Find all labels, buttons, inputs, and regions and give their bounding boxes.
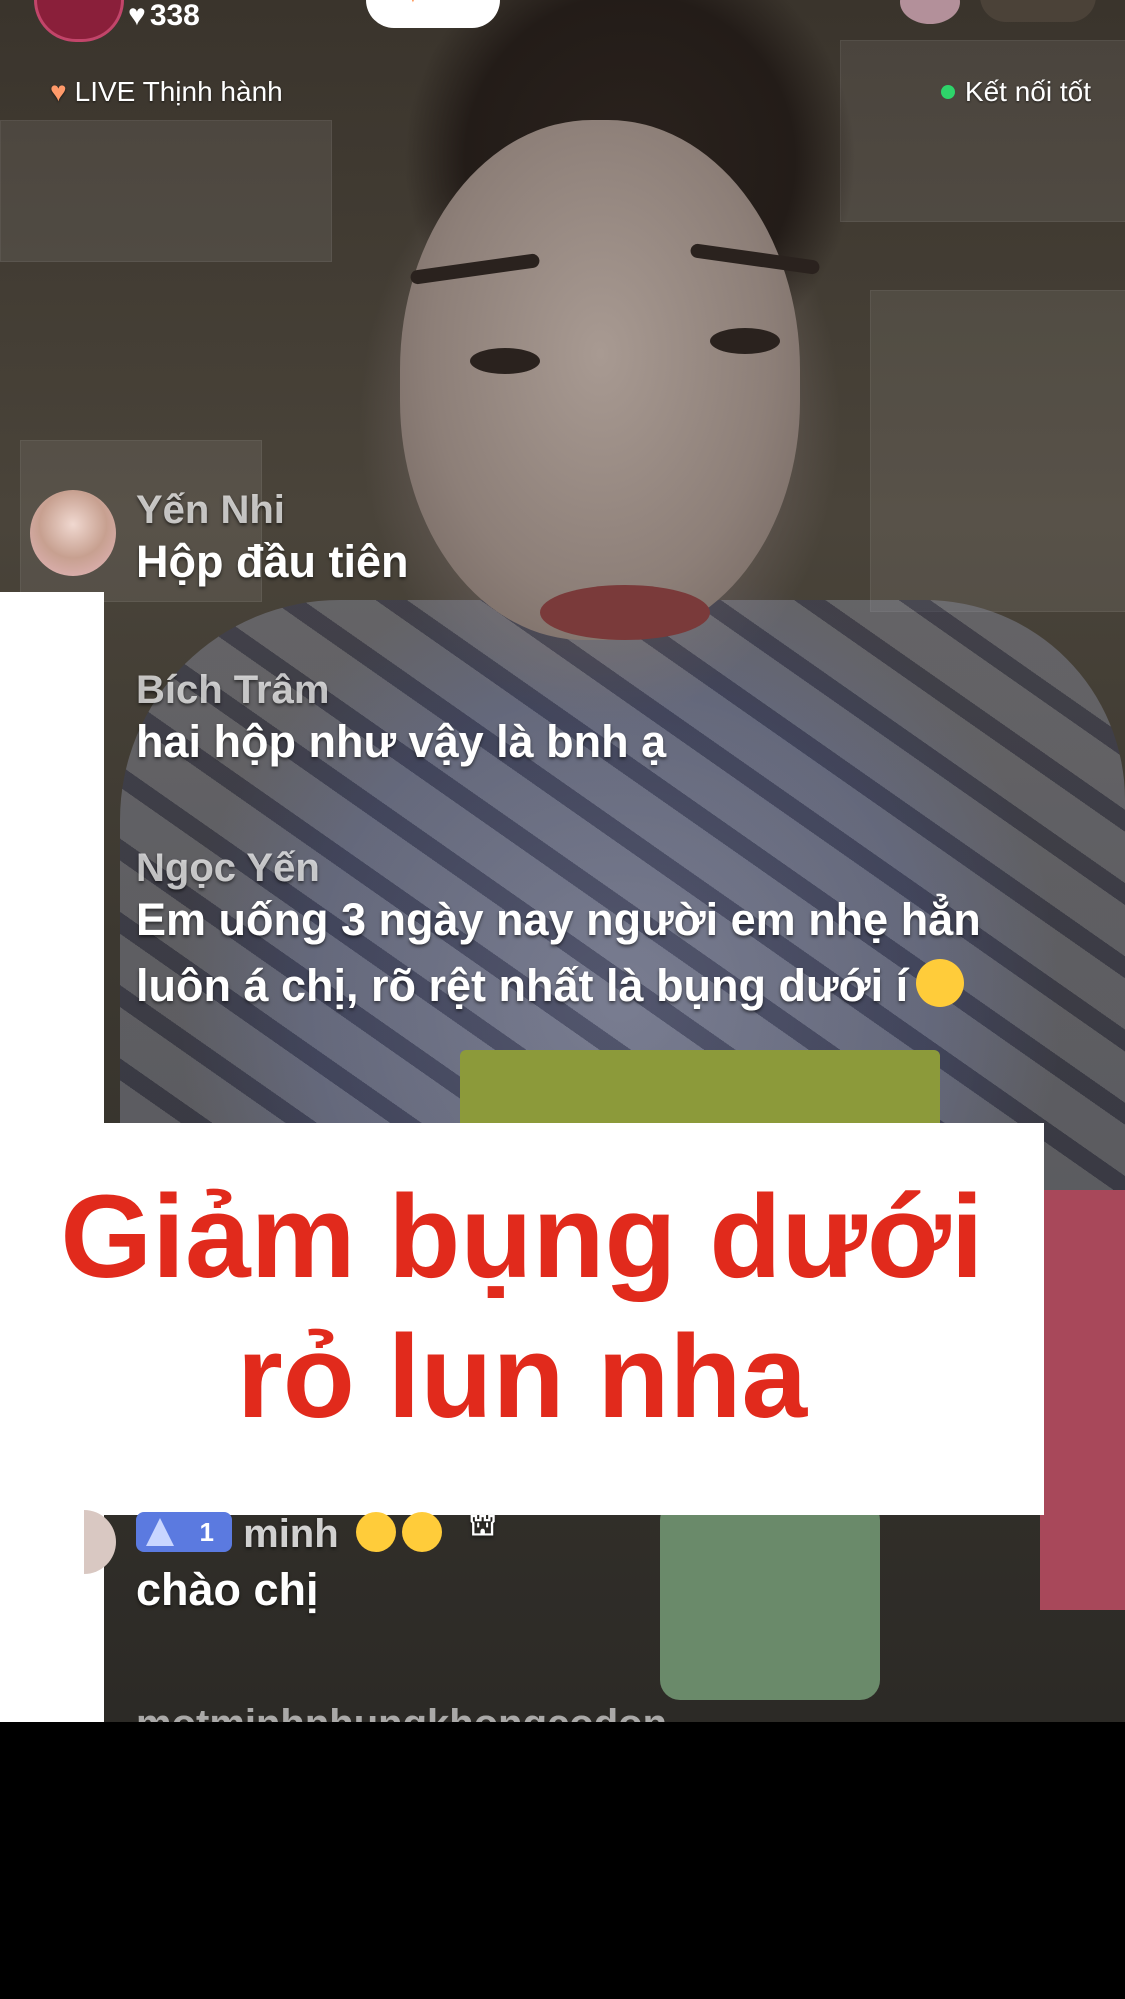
status-dot-icon bbox=[940, 84, 955, 99]
pleading-face-emoji-icon bbox=[355, 1512, 396, 1553]
connection-status: Kết nối tốt bbox=[940, 72, 1091, 112]
product-can bbox=[660, 1500, 880, 1700]
level-triangle-icon bbox=[146, 1518, 174, 1547]
comment-username[interactable]: Ngọc Yến bbox=[136, 846, 981, 891]
live-tag-label: LIVE Thịnh hành bbox=[74, 76, 283, 107]
level-badge: 1 bbox=[136, 1512, 232, 1553]
caption-overlay: Giảm bụng dưới rỏ lun nha bbox=[0, 1123, 1044, 1515]
streamer-eye bbox=[470, 348, 540, 374]
avatar[interactable] bbox=[30, 490, 116, 576]
comment-message-line: luôn á chị, rõ rệt nhất là bụng dưới í bbox=[136, 960, 909, 1011]
caption-line: Giảm bụng dưới bbox=[60, 1171, 984, 1303]
comment-username-partial: motminhnhungkhongcodon bbox=[136, 1700, 667, 1722]
comment-message: hai hộp như vậy là bnh ạ bbox=[136, 716, 667, 767]
comment-username[interactable]: Yến Nhi bbox=[136, 488, 408, 533]
comment-username[interactable]: minh bbox=[243, 1512, 339, 1556]
like-count: 338 bbox=[149, 0, 200, 32]
viewer-count-pill[interactable]: ▲ bbox=[980, 0, 1096, 22]
live-stream-screen: ♥338 ♥ ▲ ♥LIVE Thịnh hành Kết nối tốt Yế… bbox=[0, 0, 1125, 1999]
comment-header: 1 minh ⛫ bbox=[136, 1509, 497, 1557]
comment-message: luôn á chị, rõ rệt nhất là bụng dưới í bbox=[136, 953, 981, 1019]
pleading-face-emoji-icon bbox=[401, 1512, 442, 1553]
comment-item: 1 minh ⛫ chào chị bbox=[136, 1509, 497, 1623]
comment-message: Em uống 3 ngày nay người em nhẹ hẳn bbox=[136, 894, 981, 945]
live-trending-tag[interactable]: ♥ LIVE Thịnh hành bbox=[50, 72, 283, 112]
background-shelf bbox=[0, 120, 332, 262]
follow-button[interactable]: ♥ bbox=[366, 0, 500, 28]
like-counter: ♥ 338 bbox=[128, 0, 200, 34]
product-box bbox=[1040, 1190, 1125, 1610]
streamer-face bbox=[400, 120, 800, 640]
comment-item: Bích Trâm hai hộp như vậy là bnh ạ bbox=[136, 668, 666, 775]
streamer-eye bbox=[710, 328, 780, 354]
heart-icon: ♥ bbox=[404, 0, 422, 10]
user-icon: ▲ bbox=[998, 0, 1024, 3]
smiling-hearts-emoji-icon bbox=[916, 959, 965, 1008]
comment-item: Yến Nhi Hộp đầu tiên bbox=[136, 488, 408, 595]
heart-icon: ♥ bbox=[128, 0, 146, 32]
gift-icon: ⛫ bbox=[468, 1509, 497, 1543]
comment-message: chào chị bbox=[136, 1564, 319, 1615]
comment-username[interactable]: Bích Trâm bbox=[136, 668, 666, 713]
bottom-black-area bbox=[0, 1722, 1125, 1999]
connection-label: Kết nối tốt bbox=[964, 76, 1091, 107]
comment-message: Hộp đầu tiên bbox=[136, 536, 409, 587]
heart-icon: ♥ bbox=[50, 76, 67, 107]
badge-level: 1 bbox=[199, 1517, 214, 1548]
caption-line: rỏ lun nha bbox=[236, 1311, 808, 1443]
comment-item: Ngọc Yến Em uống 3 ngày nay người em nhẹ… bbox=[136, 846, 981, 1019]
streamer-lips bbox=[540, 585, 710, 640]
